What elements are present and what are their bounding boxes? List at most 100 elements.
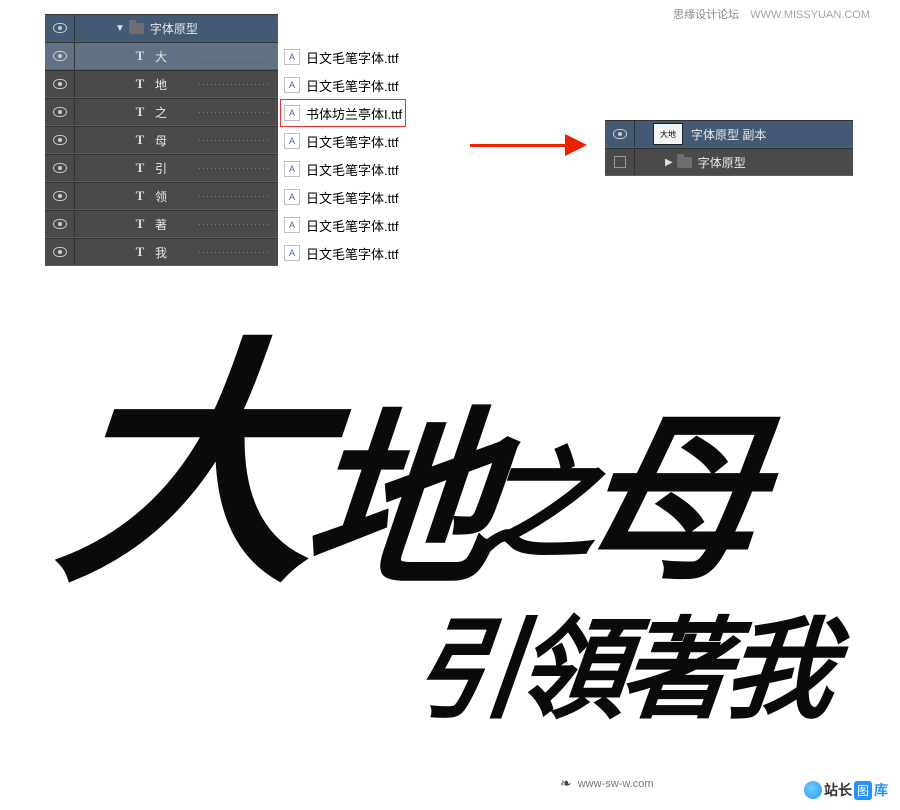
artwork-char: 母 <box>573 412 757 592</box>
layer-options-dots: ·················· <box>198 219 270 229</box>
visibility-toggle[interactable] <box>45 239 75 265</box>
layers-panel-left[interactable]: ▼ 字体原型 T 大 ·················· T 地 ······… <box>45 14 278 266</box>
visibility-toggle[interactable] <box>45 15 75 41</box>
font-file-name: 日文毛笔字体.ttf <box>306 132 398 151</box>
layer-name: 地 <box>155 76 198 93</box>
text-layer-row[interactable]: T 我 ·················· <box>45 238 278 266</box>
text-layer-row[interactable]: T 著 ·················· <box>45 210 278 238</box>
smart-object-layer-row[interactable]: 大地 字体原型 副本 <box>605 120 853 148</box>
layer-name: 字体原型 副本 <box>691 126 853 143</box>
type-layer-icon: T <box>133 104 147 120</box>
forum-name: 思缘设计论坛 <box>673 9 739 21</box>
artwork-char: 地 <box>297 409 492 599</box>
font-file-item[interactable]: 日文毛笔字体.ttf <box>284 43 406 71</box>
layer-options-dots: ·················· <box>198 79 270 89</box>
layer-group-row[interactable]: ▶ 字体原型 <box>605 148 853 176</box>
text-layer-row[interactable]: T 地 ·················· <box>45 70 278 98</box>
folder-icon <box>129 23 144 34</box>
group-name: 字体原型 <box>698 154 853 171</box>
eye-icon <box>613 129 627 139</box>
header-watermark: 思缘设计论坛 WWW.MISSYUAN.COM <box>673 6 870 22</box>
type-layer-icon: T <box>133 76 147 92</box>
logo-text: 库 <box>874 780 888 800</box>
type-layer-icon: T <box>133 160 147 176</box>
text-layer-row[interactable]: T 领 ·················· <box>45 182 278 210</box>
text-layer-row[interactable]: T 母 ·················· <box>45 126 278 154</box>
visibility-toggle[interactable] <box>45 183 75 209</box>
type-layer-icon: T <box>133 132 147 148</box>
type-layer-icon: T <box>133 244 147 260</box>
type-layer-icon: T <box>133 48 147 64</box>
visibility-toggle[interactable] <box>45 43 75 69</box>
font-file-list: 日文毛笔字体.ttf 日文毛笔字体.ttf 书体坊兰亭体I.ttf 日文毛笔字体… <box>284 43 406 267</box>
footer-watermark-right: 站长 图 库 <box>804 780 888 800</box>
eye-icon <box>53 163 67 173</box>
eye-icon <box>53 135 67 145</box>
layer-group-row[interactable]: ▼ 字体原型 <box>45 14 278 42</box>
font-file-item[interactable]: 日文毛笔字体.ttf <box>284 183 406 211</box>
visibility-toggle[interactable] <box>45 211 75 237</box>
font-file-icon <box>284 105 300 121</box>
layer-options-dots: ·················· <box>198 191 270 201</box>
layer-name: 母 <box>155 132 198 149</box>
font-file-icon <box>284 245 300 261</box>
font-file-name: 日文毛笔字体.ttf <box>306 76 398 95</box>
footer-watermark-left: ❧ www-sw-w.com <box>560 775 654 792</box>
text-layer-row[interactable]: T 大 ·················· <box>45 42 278 70</box>
eye-icon <box>53 107 67 117</box>
visibility-toggle[interactable] <box>605 121 635 147</box>
font-file-item[interactable]: 日文毛笔字体.ttf <box>284 239 406 267</box>
layer-options-dots: ·················· <box>198 107 270 117</box>
logo-icon <box>804 781 822 799</box>
layer-options-dots: ·················· <box>198 51 270 61</box>
artwork-char: 之 <box>473 447 591 567</box>
decorative-symbol-icon: ❧ <box>560 775 572 792</box>
font-file-icon <box>284 77 300 93</box>
calligraphy-artwork: 大地之母 引領著我 <box>60 340 860 740</box>
font-file-name: 日文毛笔字体.ttf <box>306 244 398 263</box>
font-file-icon <box>284 49 300 65</box>
font-file-item-highlighted[interactable]: 书体坊兰亭体I.ttf <box>280 99 406 127</box>
font-file-item[interactable]: 日文毛笔字体.ttf <box>284 71 406 99</box>
font-file-item[interactable]: 日文毛笔字体.ttf <box>284 155 406 183</box>
layer-name: 我 <box>155 244 198 261</box>
layer-name: 大 <box>155 48 198 65</box>
layer-name: 领 <box>155 188 198 205</box>
font-file-name: 日文毛笔字体.ttf <box>306 48 398 67</box>
layer-thumbnail: 大地 <box>653 123 683 145</box>
disclosure-triangle-icon[interactable]: ▼ <box>115 23 125 34</box>
layer-name: 引 <box>155 160 198 177</box>
layer-options-dots: ·················· <box>198 135 270 145</box>
visibility-toggle[interactable] <box>45 127 75 153</box>
font-file-name: 日文毛笔字体.ttf <box>306 216 398 235</box>
eye-icon <box>53 247 67 257</box>
eye-icon <box>53 51 67 61</box>
eye-icon <box>53 191 67 201</box>
text-layer-row[interactable]: T 之 ·················· <box>45 98 278 126</box>
font-file-item[interactable]: 日文毛笔字体.ttf <box>284 211 406 239</box>
visibility-toggle[interactable] <box>605 149 635 175</box>
red-arrow-icon <box>470 136 590 156</box>
font-file-name: 书体坊兰亭体I.ttf <box>306 104 402 123</box>
visibility-toggle[interactable] <box>45 99 75 125</box>
font-file-item[interactable]: 日文毛笔字体.ttf <box>284 127 406 155</box>
disclosure-triangle-icon[interactable]: ▶ <box>665 157 673 168</box>
visibility-toggle[interactable] <box>45 155 75 181</box>
font-file-icon <box>284 161 300 177</box>
logo-text: 站长 <box>824 780 852 800</box>
artwork-line2: 引領著我 <box>52 580 839 740</box>
footer-url: www-sw-w.com <box>578 778 654 790</box>
folder-icon <box>677 157 692 168</box>
group-name: 字体原型 <box>150 20 278 37</box>
artwork-char: 大 <box>49 340 320 600</box>
font-file-name: 日文毛笔字体.ttf <box>306 160 398 179</box>
eye-icon <box>53 23 67 33</box>
text-layer-row[interactable]: T 引 ·················· <box>45 154 278 182</box>
visibility-toggle[interactable] <box>45 71 75 97</box>
type-layer-icon: T <box>133 216 147 232</box>
font-file-icon <box>284 189 300 205</box>
eye-icon <box>53 219 67 229</box>
layers-panel-right[interactable]: 大地 字体原型 副本 ▶ 字体原型 <box>605 120 853 176</box>
layer-name: 著 <box>155 216 198 233</box>
type-layer-icon: T <box>133 188 147 204</box>
